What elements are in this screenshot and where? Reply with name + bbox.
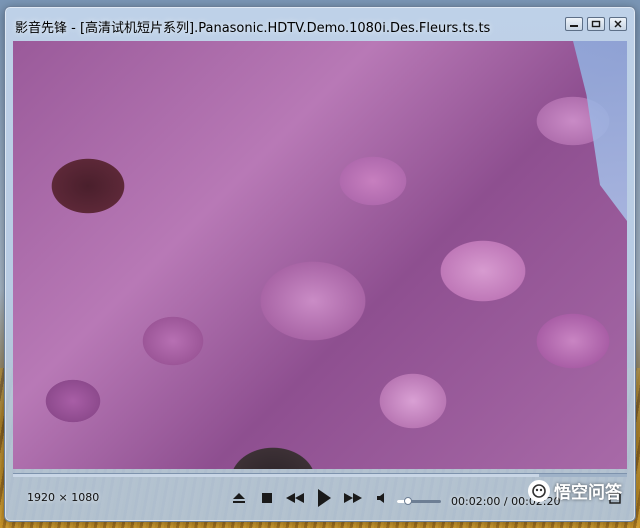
wukong-logo-icon [528, 479, 550, 502]
seek-bar[interactable] [13, 473, 627, 477]
video-frame-sky [573, 41, 627, 221]
play-button[interactable] [313, 486, 335, 510]
title-bar[interactable]: 影音先锋 - [高清试机短片系列].Panasonic.HDTV.Demo.10… [5, 7, 635, 41]
rewind-button[interactable] [283, 489, 307, 507]
restore-icon [591, 20, 601, 28]
eject-icon [233, 493, 245, 503]
stop-button[interactable] [257, 489, 277, 507]
volume-button[interactable] [373, 489, 391, 507]
video-display[interactable] [13, 41, 627, 469]
speaker-icon [377, 493, 384, 503]
close-icon [614, 20, 622, 28]
seek-bar-fill [13, 474, 540, 477]
fast-forward-icon [344, 493, 362, 503]
stop-icon [262, 493, 272, 503]
volume-slider[interactable] [397, 497, 441, 505]
fast-forward-button[interactable] [341, 489, 365, 507]
window-title: 影音先锋 - [高清试机短片系列].Panasonic.HDTV.Demo.10… [15, 21, 491, 36]
minimize-button[interactable] [565, 17, 583, 31]
watermark: 悟空问答 [528, 478, 622, 503]
player-window: 影音先锋 - [高清试机短片系列].Panasonic.HDTV.Demo.10… [4, 6, 636, 522]
rewind-icon [286, 493, 304, 503]
time-separator: / [500, 495, 512, 508]
play-icon [318, 489, 331, 507]
window-controls [565, 17, 627, 31]
minimize-icon [570, 25, 578, 27]
close-button[interactable] [609, 17, 627, 31]
resolution-label: 1920 × 1080 [27, 491, 100, 504]
eject-button[interactable] [229, 489, 249, 507]
time-current: 00:02:00 [451, 495, 501, 508]
watermark-text: 悟空问答 [554, 483, 622, 503]
volume-slider-handle[interactable] [404, 497, 412, 505]
restore-button[interactable] [587, 17, 605, 31]
